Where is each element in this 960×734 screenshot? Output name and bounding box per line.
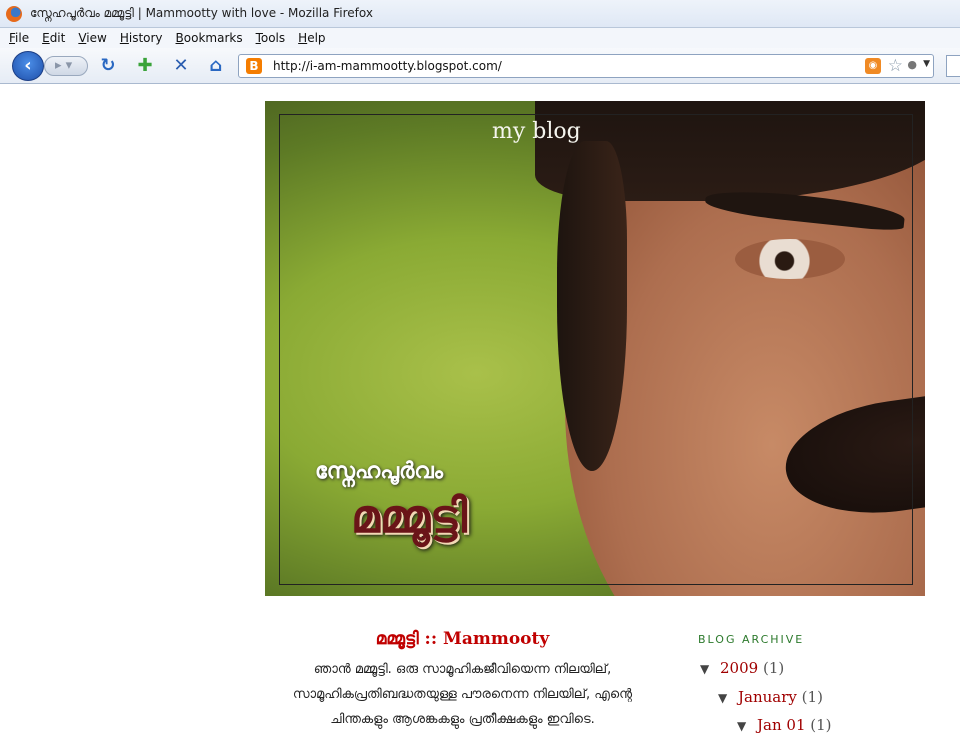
header-label: my blog [492, 119, 581, 144]
menu-tools[interactable]: Tools [256, 31, 286, 45]
menu-history[interactable]: History [120, 31, 163, 45]
archive-count: (1) [810, 716, 832, 734]
archive-month-link[interactable]: January [738, 688, 797, 706]
archive-count: (1) [801, 688, 823, 706]
new-tab-icon: ✚ [137, 55, 153, 76]
back-button[interactable]: ‹ [12, 51, 44, 81]
menu-bar: File Edit View History Bookmarks Tools H… [0, 28, 960, 48]
collapse-toggle-icon[interactable]: ▼ [718, 691, 727, 705]
forward-icon: ▸ ▾ [55, 58, 73, 73]
header-subtitle: സ്നേഹപൂർവം [315, 459, 443, 484]
blog-header-image[interactable]: my blog സ്നേഹപൂർവം മമ്മൂട്ടി [265, 101, 925, 596]
home-icon: ⌂ [209, 55, 223, 76]
post-line: സാമൂഹികപ്രതിബദ്ധതയുള്ള പൗരനെന്ന നിലയില്,… [292, 687, 633, 702]
window-title: സ്നേഹപൂർവം മമ്മൂട്ടി | Mammootty with lo… [30, 6, 373, 20]
back-icon: ‹ [24, 55, 32, 76]
bookmark-star-icon[interactable]: ☆ [888, 56, 903, 76]
firefox-icon [6, 5, 22, 22]
collapse-toggle-icon[interactable]: ▼ [737, 719, 746, 733]
page-info-icon[interactable]: ● [907, 58, 917, 71]
archive-year-link[interactable]: 2009 [720, 659, 758, 677]
navigation-toolbar: ▸ ▾ ‹ ↻ ✚ ✕ ⌂ B http://i-am-mammootty.bl… [0, 48, 960, 84]
stop-button[interactable]: ✕ [170, 56, 192, 76]
archive-heading: BLOG ARCHIVE [698, 633, 805, 646]
archive-count: (1) [762, 659, 785, 677]
post-body: ഞാൻ മമ്മൂട്ടി. ഒരു സാമൂഹികജീവിയെന്ന നിലയ… [265, 657, 660, 732]
search-box[interactable] [946, 55, 960, 77]
post-line: ഞാൻ മമ്മൂട്ടി. ഒരു സാമൂഹികജീവിയെന്ന നിലയ… [313, 662, 612, 677]
reload-icon: ↻ [100, 55, 116, 76]
forward-button[interactable]: ▸ ▾ [44, 56, 88, 76]
menu-bookmarks[interactable]: Bookmarks [176, 31, 243, 45]
menu-help[interactable]: Help [298, 31, 325, 45]
page-content: my blog സ്നേഹപൂർവം മമ്മൂട്ടി മമ്മൂട്ടി :… [0, 85, 960, 734]
collapse-toggle-icon[interactable]: ▼ [700, 662, 709, 676]
post-title[interactable]: മമ്മൂട്ടി :: Mammooty [265, 629, 660, 649]
archive-month-item[interactable]: ▼ January (1) [718, 688, 823, 706]
archive-year-item[interactable]: ▼ 2009 (1) [700, 659, 784, 677]
stop-icon: ✕ [173, 55, 189, 76]
new-tab-button[interactable]: ✚ [134, 56, 156, 76]
reload-button[interactable]: ↻ [97, 56, 119, 76]
title-bar: സ്നേഹപൂർവം മമ്മൂട്ടി | Mammootty with lo… [0, 0, 960, 28]
blogger-favicon-icon: B [246, 58, 262, 74]
header-name: മമ്മൂട്ടി [351, 489, 468, 543]
home-button[interactable]: ⌂ [205, 56, 227, 76]
menu-file[interactable]: File [9, 31, 29, 45]
menu-edit[interactable]: Edit [42, 31, 65, 45]
rss-icon[interactable]: ◉ [865, 58, 881, 74]
url-input[interactable]: http://i-am-mammootty.blogspot.com/ [273, 59, 502, 73]
url-dropdown-icon[interactable]: ▼ [923, 59, 930, 69]
archive-day-link[interactable]: Jan 01 [757, 716, 805, 734]
address-bar[interactable]: B http://i-am-mammootty.blogspot.com/ ◉ … [238, 54, 934, 78]
menu-view[interactable]: View [78, 31, 106, 45]
post-line: ചിന്തകളും ആശങ്കകളും പ്രതീക്ഷകളും ഇവിടെ. [330, 712, 595, 727]
archive-day-item[interactable]: ▼ Jan 01 (1) [737, 716, 832, 734]
